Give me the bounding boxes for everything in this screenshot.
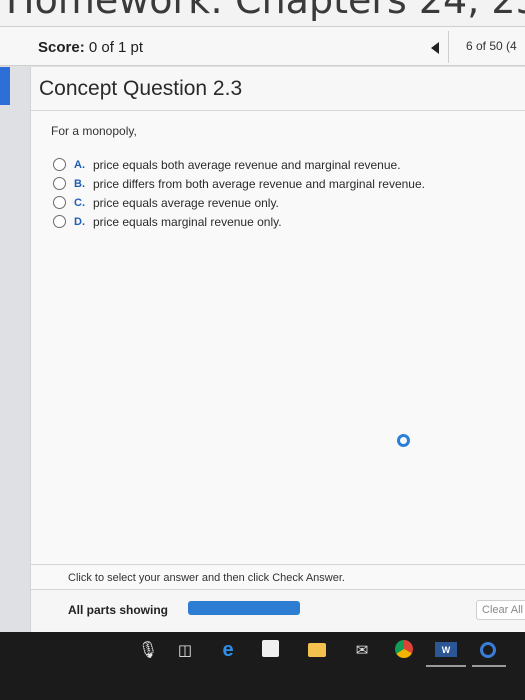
instruction-text: Click to select your answer and then cli…	[68, 572, 345, 584]
option-d[interactable]: D. price equals marginal revenue only.	[53, 212, 473, 231]
score-value: 0 of 1 pt	[84, 39, 144, 56]
instruction-bar: Click to select your answer and then cli…	[31, 564, 525, 588]
file-explorer-icon[interactable]	[308, 643, 326, 657]
score: Score: 0 of 1 pt	[38, 39, 143, 56]
option-text[interactable]: price equals marginal revenue only.	[93, 215, 282, 229]
left-accent-bar	[0, 67, 10, 105]
question-title: Concept Question 2.3	[39, 77, 243, 100]
microphone-icon[interactable]: 🎙	[138, 640, 158, 660]
option-c[interactable]: C. price equals average revenue only.	[53, 193, 473, 212]
previous-question-icon[interactable]	[431, 42, 439, 54]
parts-bar: All parts showing Clear All	[31, 589, 525, 631]
question-prompt: For a monopoly,	[51, 124, 137, 138]
radio-button[interactable]	[53, 177, 66, 190]
store-icon[interactable]	[262, 640, 279, 657]
cast-icon[interactable]	[480, 642, 496, 658]
homework-title-strip: Homework: Chapters 24, 25 and 2	[0, 0, 525, 26]
chrome-icon[interactable]	[395, 640, 413, 658]
clear-all-button[interactable]: Clear All	[476, 600, 525, 620]
homework-title: Homework: Chapters 24, 25 and 2	[6, 0, 525, 22]
option-a[interactable]: A. price equals both average revenue and…	[53, 155, 473, 174]
option-b[interactable]: B. price differs from both average reven…	[53, 174, 473, 193]
score-bar: Score: 0 of 1 pt 6 of 50 (4	[0, 26, 525, 66]
question-count[interactable]: 6 of 50 (4	[466, 39, 517, 53]
option-text[interactable]: price differs from both average revenue …	[93, 177, 425, 191]
answer-options: A. price equals both average revenue and…	[53, 155, 473, 231]
score-label: Score:	[38, 39, 85, 56]
option-text[interactable]: price equals both average revenue and ma…	[93, 158, 401, 172]
parts-showing-label: All parts showing	[68, 603, 169, 617]
parts-progress-bar	[188, 601, 300, 615]
windows-taskbar: 🎙 ◫ e ✉ W	[0, 632, 525, 700]
mail-icon[interactable]: ✉	[352, 640, 372, 660]
option-letter: D.	[74, 215, 85, 228]
edge-icon[interactable]: e	[218, 639, 238, 661]
task-view-icon[interactable]: ◫	[175, 640, 195, 660]
option-text[interactable]: price equals average revenue only.	[93, 196, 279, 210]
active-app-indicator	[426, 665, 466, 667]
question-header: Concept Question 2.3	[31, 67, 525, 111]
option-letter: B.	[74, 177, 85, 190]
option-letter: A.	[74, 158, 85, 171]
active-app-indicator	[472, 665, 506, 667]
radio-button[interactable]	[53, 215, 66, 228]
radio-button[interactable]	[53, 196, 66, 209]
option-letter: C.	[74, 196, 85, 209]
radio-button[interactable]	[53, 158, 66, 171]
word-icon[interactable]: W	[435, 642, 457, 657]
loading-spinner-icon	[397, 434, 410, 447]
question-panel: Concept Question 2.3 For a monopoly, A. …	[30, 67, 525, 632]
divider	[448, 31, 449, 63]
